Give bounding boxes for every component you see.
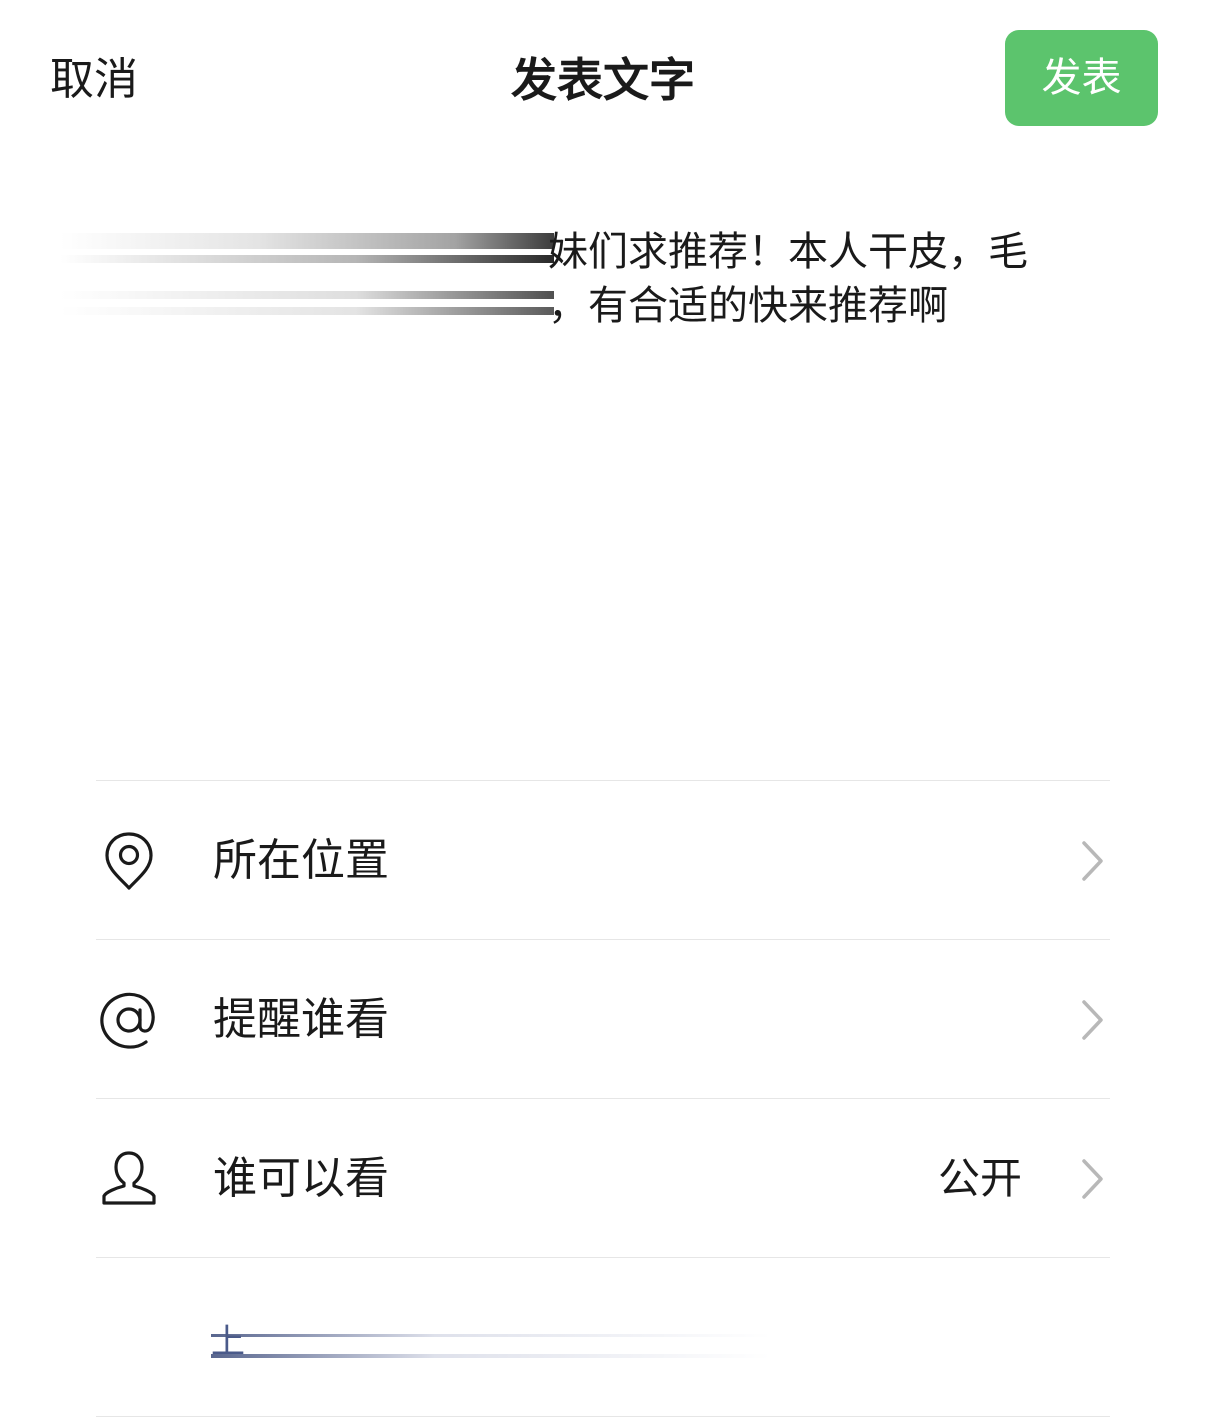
visibility-value: 公开: [937, 1154, 1022, 1203]
chevron-right-icon: [1074, 995, 1110, 1045]
blurred-row[interactable]: 上: [96, 1258, 1110, 1416]
post-text-fragment: ，有合适的快来推荐啊: [548, 283, 948, 329]
top-bar: 取消 发表文字 发表: [0, 0, 1206, 160]
redaction-blur-line: [211, 1334, 771, 1337]
chevron-right-icon: [1074, 836, 1110, 886]
redaction-blur: [60, 291, 554, 299]
location-pin-icon: [96, 828, 162, 894]
location-label: 所在位置: [213, 835, 389, 886]
post-text-line: ，有合适的快来推荐啊: [60, 279, 1150, 333]
redaction-blur: [60, 255, 554, 263]
at-sign-icon: [96, 987, 162, 1053]
person-icon: [96, 1146, 162, 1212]
publish-button[interactable]: 发表: [1005, 30, 1158, 126]
mention-row[interactable]: 提醒谁看: [96, 940, 1110, 1098]
redaction-blur: [60, 233, 554, 249]
post-text-line: 妹们求推荐！本人干皮，毛: [60, 225, 1150, 279]
redaction-blur: 上: [211, 1324, 771, 1360]
post-text-area[interactable]: 妹们求推荐！本人干皮，毛 ，有合适的快来推荐啊: [60, 225, 1150, 745]
post-text-fragment: 妹们求推荐！本人干皮，毛: [548, 229, 1028, 275]
post-settings-list: 所在位置 提醒谁看 谁可以看 公开 上: [96, 780, 1110, 1417]
redaction-blur-line: [211, 1354, 771, 1358]
visibility-label: 谁可以看: [213, 1153, 389, 1204]
redaction-blur: [60, 307, 554, 315]
mention-label: 提醒谁看: [213, 994, 389, 1045]
visibility-row[interactable]: 谁可以看 公开: [96, 1099, 1110, 1257]
location-row[interactable]: 所在位置: [96, 781, 1110, 939]
chevron-right-icon: [1074, 1154, 1110, 1204]
